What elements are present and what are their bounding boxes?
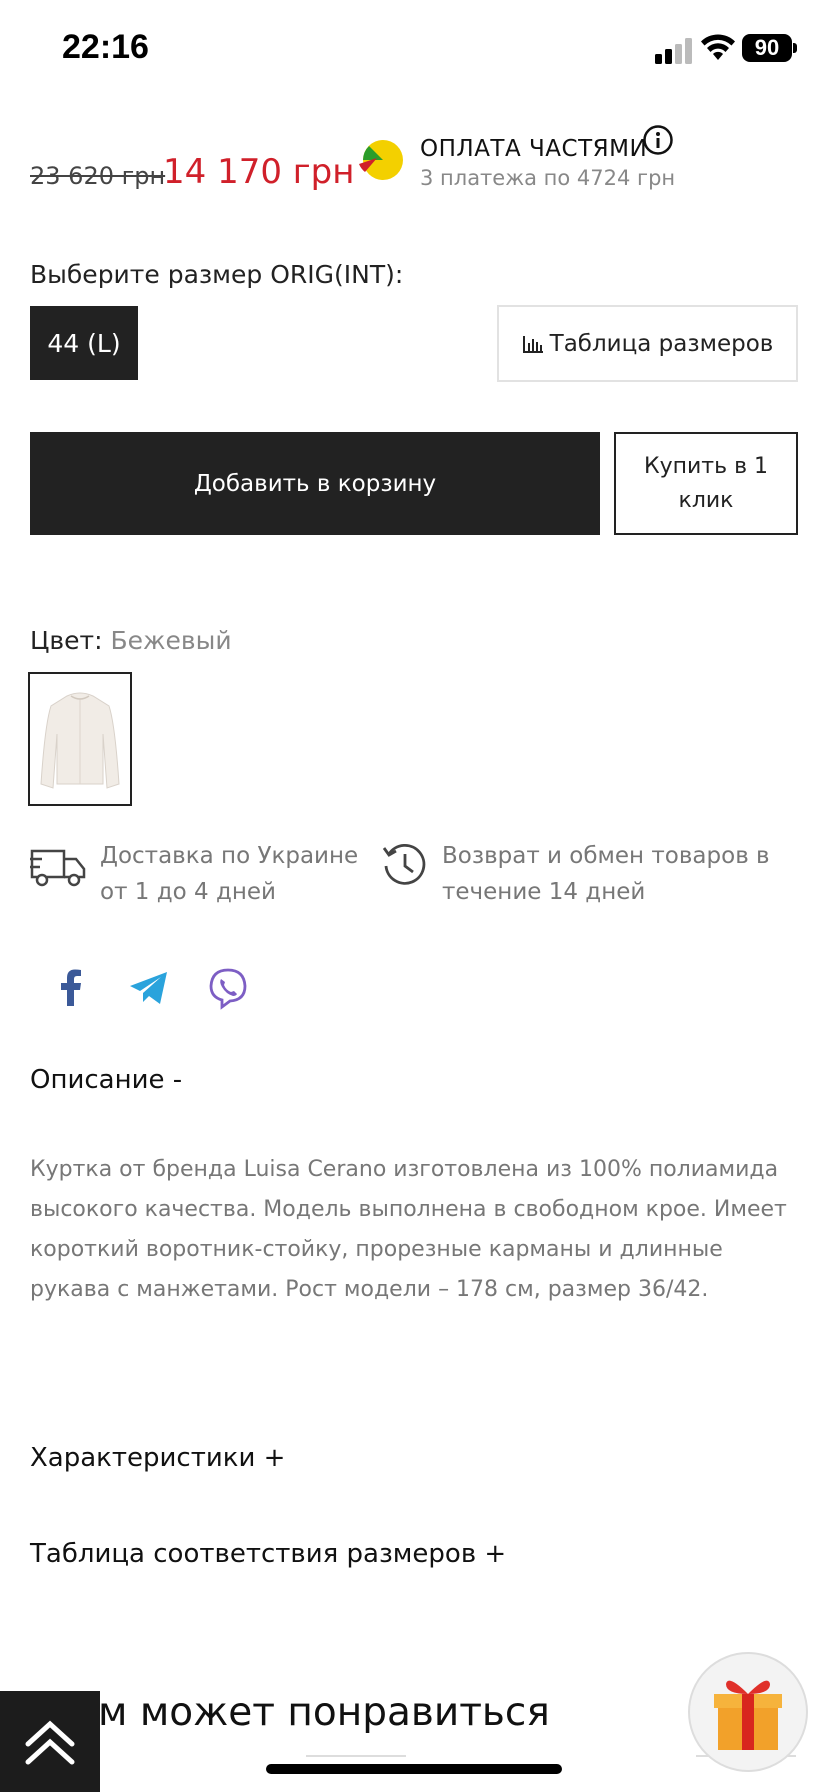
- bar-chart-icon: [522, 335, 543, 353]
- gift-box-icon: [714, 1680, 782, 1750]
- installments-subtitle: 3 платежа по 4724 грн: [420, 166, 676, 190]
- product-card-edge: [306, 1755, 406, 1757]
- jacket-thumbnail-image: [40, 692, 120, 789]
- color-swatch-thumbnail[interactable]: [28, 672, 132, 806]
- telegram-icon[interactable]: [127, 966, 171, 1010]
- characteristics-toggle[interactable]: Характеристики +: [30, 1443, 285, 1473]
- installments-title[interactable]: ОПЛАТА ЧАСТЯМИ: [420, 136, 647, 162]
- viber-icon[interactable]: [206, 966, 250, 1010]
- return-history-icon: [382, 843, 426, 885]
- installments-pie-icon: [359, 140, 403, 180]
- facebook-icon[interactable]: [50, 966, 94, 1010]
- description-toggle[interactable]: Описание -: [30, 1065, 182, 1095]
- size-label: Выберите размер ORIG(INT):: [30, 260, 404, 289]
- cellular-signal-icon: [655, 38, 692, 64]
- add-to-cart-button[interactable]: Добавить в корзину: [30, 432, 600, 535]
- scroll-to-top-button[interactable]: [0, 1691, 100, 1792]
- color-label: Цвет:: [30, 626, 103, 655]
- info-icon[interactable]: [642, 124, 674, 156]
- buy-one-click-button[interactable]: Купить в 1 клик: [614, 432, 798, 535]
- recommendations-title: м может понравиться: [98, 1690, 550, 1735]
- description-text: Куртка от бренда Luisa Cerano изготовлен…: [30, 1157, 787, 1302]
- size-chart-toggle[interactable]: Таблица соответствия размеров +: [30, 1539, 506, 1569]
- sale-price: 14 170 грн: [163, 152, 355, 192]
- old-price: 23 620 грн: [30, 162, 166, 190]
- battery-nub: [793, 43, 797, 53]
- wifi-icon: [701, 34, 735, 60]
- home-indicator: [266, 1764, 562, 1774]
- returns-info: Возврат и обмен товаров в течение 14 дне…: [442, 843, 770, 905]
- color-value: Бежевый: [110, 626, 232, 655]
- size-table-button[interactable]: Таблица размеров: [497, 305, 798, 382]
- status-time: 22:16: [62, 28, 149, 66]
- color-row: Цвет: Бежевый: [30, 626, 232, 655]
- battery-indicator: 90: [742, 34, 792, 62]
- double-chevron-up-icon: [25, 1720, 75, 1764]
- size-table-label: Таблица размеров: [549, 330, 774, 357]
- delivery-info: Доставка по Украине от 1 до 4 дней: [100, 843, 359, 905]
- gift-promo-button[interactable]: [688, 1652, 808, 1772]
- size-option-selected[interactable]: 44 (L): [30, 306, 138, 380]
- delivery-truck-icon: [30, 849, 86, 887]
